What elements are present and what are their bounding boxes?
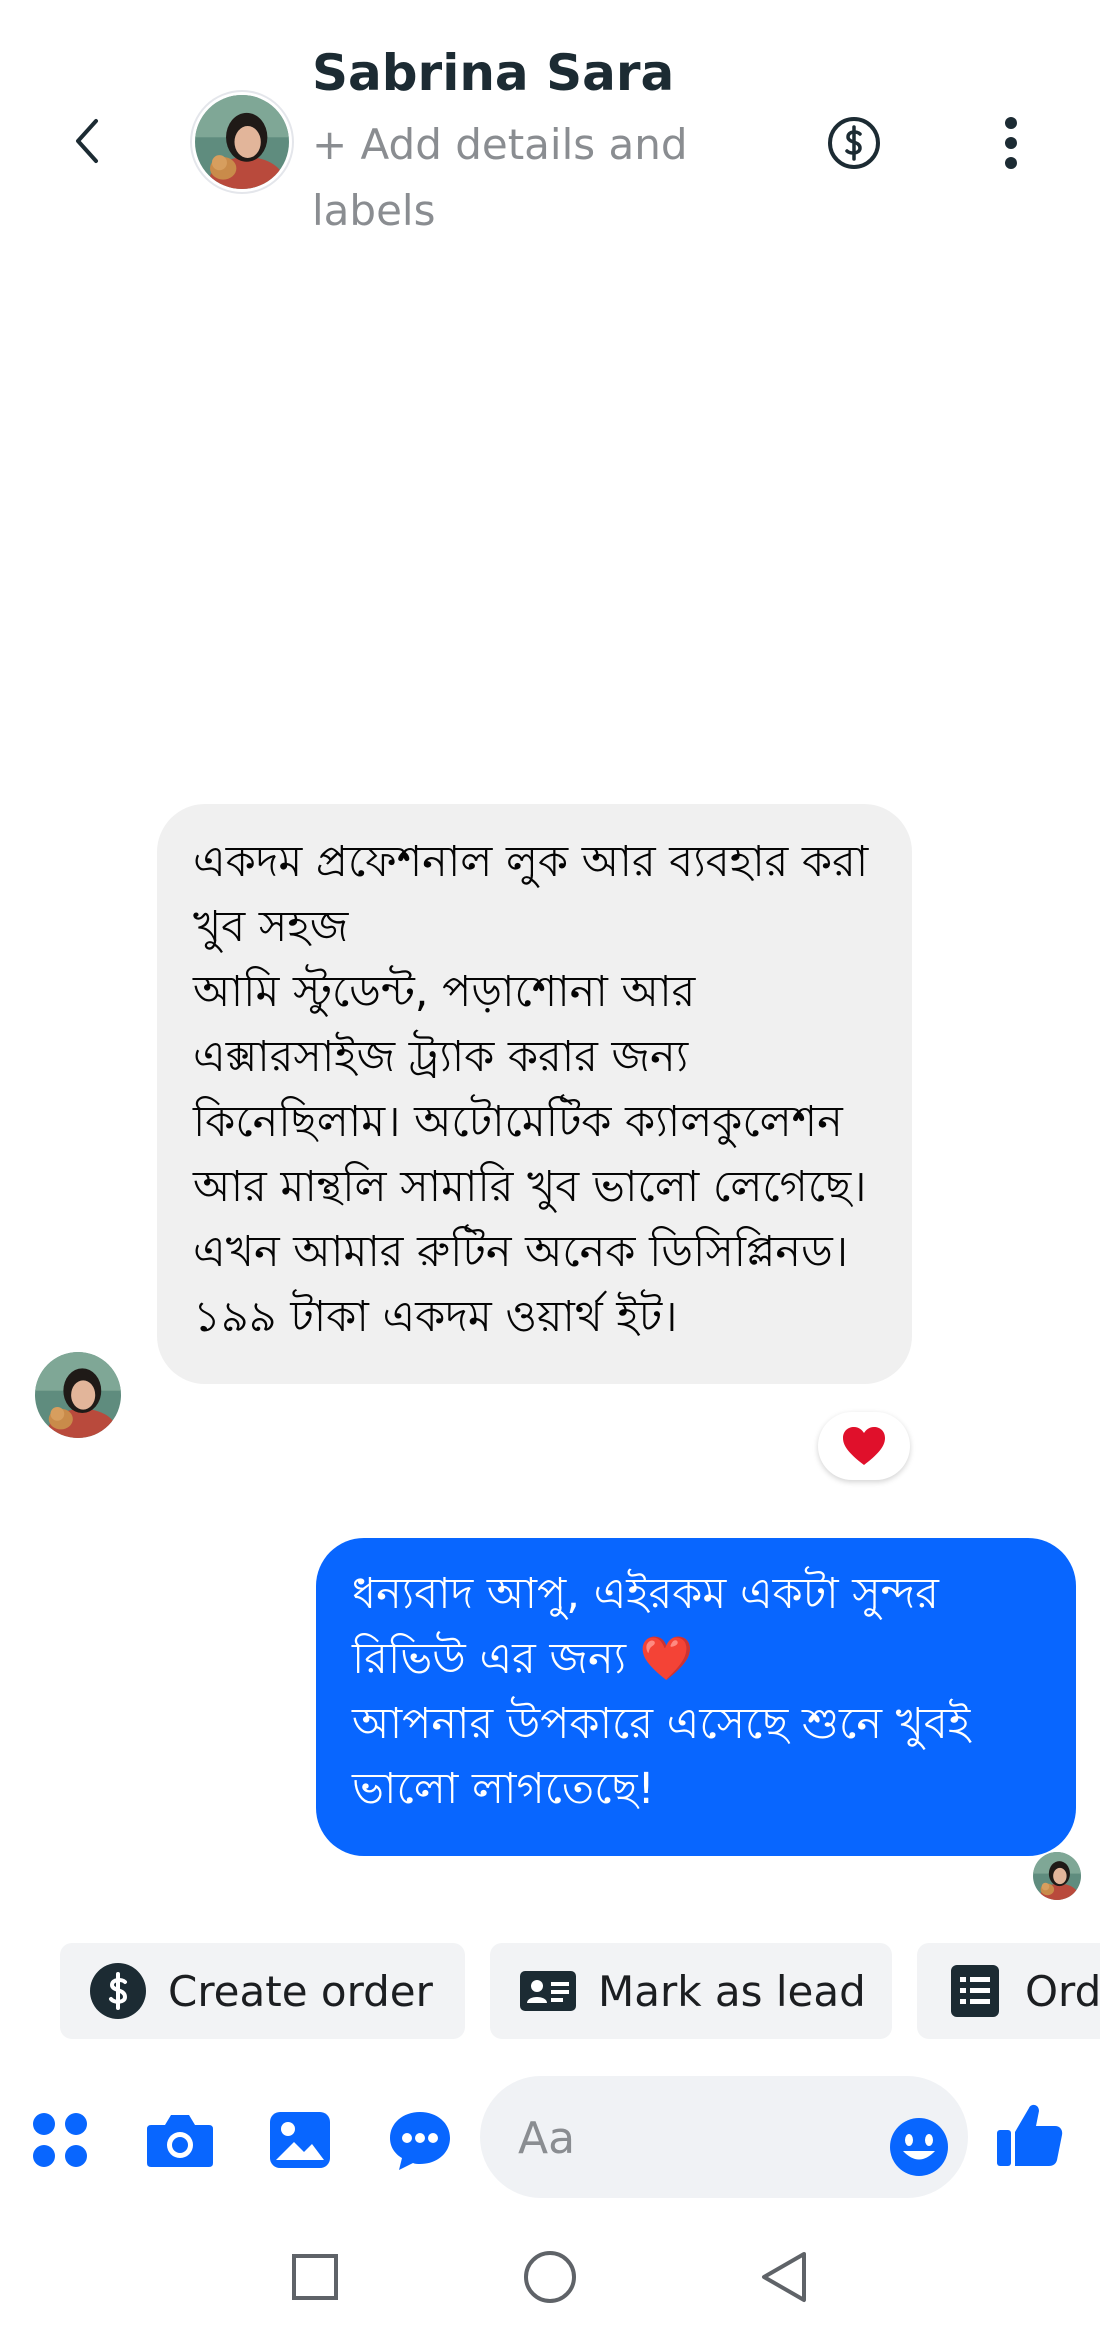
back-triangle-icon bbox=[762, 2252, 806, 2302]
chip-label: Mark as lead bbox=[598, 1966, 866, 2016]
dollar-circle-icon bbox=[828, 117, 880, 169]
home-button[interactable] bbox=[513, 2240, 587, 2314]
smiley-icon bbox=[890, 2118, 948, 2176]
chip-label: Ord bbox=[1025, 1966, 1100, 2016]
order-list-icon bbox=[945, 1961, 1005, 2021]
gallery-icon bbox=[270, 2112, 330, 2168]
heart-reaction[interactable] bbox=[818, 1412, 910, 1480]
quick-actions-bar[interactable]: Create order Mark as lead Ord bbox=[60, 1943, 1100, 2039]
quick-replies-button[interactable] bbox=[382, 2102, 458, 2178]
kebab-menu-icon bbox=[1005, 117, 1017, 169]
dollar-circle-icon bbox=[88, 1961, 148, 2021]
system-back-button[interactable] bbox=[747, 2240, 821, 2314]
apps-button[interactable] bbox=[22, 2102, 98, 2178]
thumbs-up-icon bbox=[997, 2104, 1063, 2166]
square-icon bbox=[292, 2254, 338, 2300]
outgoing-message[interactable]: ধন্যবাদ আপু, এইরকম একটা সুন্দর রিভিউ এর … bbox=[316, 1538, 1076, 1856]
orders-chip[interactable]: Ord bbox=[917, 1943, 1100, 2039]
contact-avatar[interactable] bbox=[195, 95, 289, 189]
create-order-chip[interactable]: Create order bbox=[60, 1943, 465, 2039]
message-input[interactable] bbox=[516, 2102, 840, 2174]
add-details-link[interactable]: + Add details and labels bbox=[312, 112, 742, 244]
gallery-button[interactable] bbox=[262, 2102, 338, 2178]
circle-icon bbox=[524, 2251, 576, 2303]
contact-card-icon bbox=[518, 1961, 578, 2021]
recent-apps-button[interactable] bbox=[278, 2240, 352, 2314]
heart-icon bbox=[843, 1427, 885, 1465]
incoming-message[interactable]: একদম প্রফেশনাল লুক আর ব্যবহার করা খুব সহ… bbox=[157, 804, 912, 1384]
chat-bubble-icon bbox=[390, 2112, 450, 2170]
like-send-button[interactable] bbox=[993, 2098, 1067, 2172]
sender-avatar[interactable] bbox=[35, 1352, 121, 1438]
payment-button[interactable] bbox=[826, 115, 882, 171]
emoji-button[interactable] bbox=[888, 2116, 950, 2178]
contact-name[interactable]: Sabrina Sara bbox=[312, 44, 674, 102]
mark-as-lead-chip[interactable]: Mark as lead bbox=[490, 1943, 892, 2039]
back-button[interactable] bbox=[52, 105, 124, 177]
camera-icon bbox=[147, 2115, 213, 2167]
apps-grid-icon bbox=[33, 2113, 87, 2167]
chip-label: Create order bbox=[168, 1966, 433, 2016]
chevron-left-icon bbox=[76, 119, 98, 163]
more-options-button[interactable] bbox=[990, 110, 1032, 176]
camera-button[interactable] bbox=[142, 2102, 218, 2178]
read-receipt-avatar bbox=[1033, 1852, 1081, 1900]
